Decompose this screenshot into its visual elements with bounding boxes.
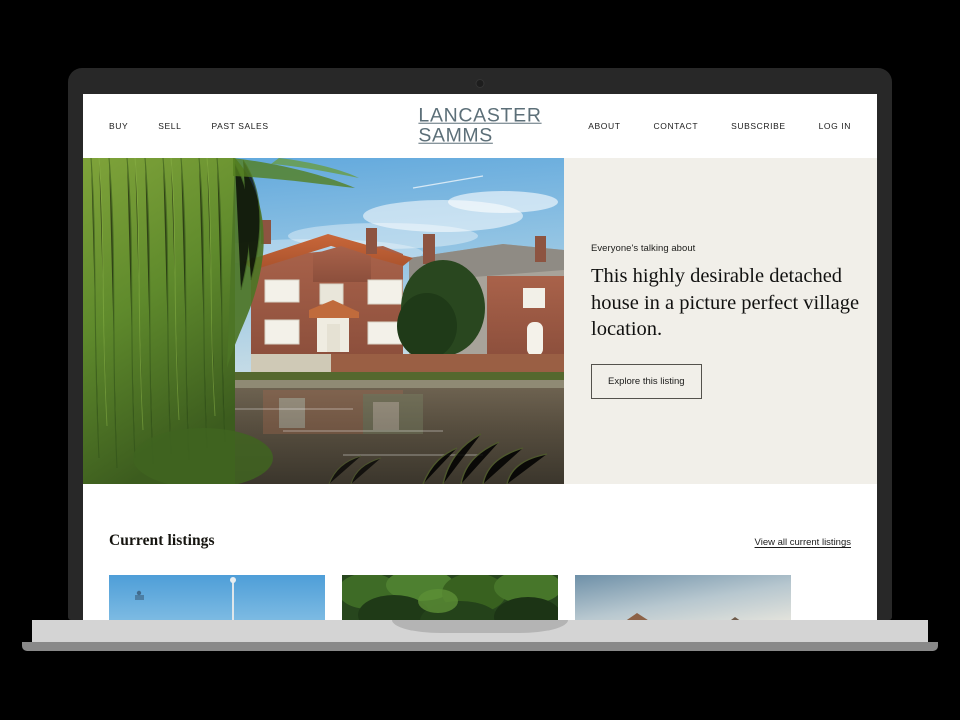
hero-headline: This highly desirable detached house in … (591, 265, 860, 341)
nav-item-about[interactable]: ABOUT (588, 121, 620, 131)
listing-card[interactable] (342, 575, 558, 620)
nav-item-buy[interactable]: BUY (109, 121, 128, 131)
nav-item-login[interactable]: LOG IN (819, 121, 851, 131)
site-header: BUY SELL PAST SALES LANCASTER SAMMS ABOU… (83, 94, 877, 158)
explore-listing-button[interactable]: Explore this listing (591, 363, 702, 399)
laptop-lid: BUY SELL PAST SALES LANCASTER SAMMS ABOU… (68, 68, 892, 620)
nav-item-past-sales[interactable]: PAST SALES (211, 121, 268, 131)
screenshot-stage: BUY SELL PAST SALES LANCASTER SAMMS ABOU… (0, 0, 960, 720)
brand-logo-line1: LANCASTER (418, 104, 542, 127)
nav-item-subscribe[interactable]: SUBSCRIBE (731, 121, 785, 131)
listing-card[interactable] (109, 575, 325, 620)
laptop-base-foot (22, 642, 938, 651)
primary-nav-right: ABOUT CONTACT SUBSCRIBE LOG IN (588, 121, 851, 131)
webcam-icon (475, 79, 485, 88)
current-listings-title: Current listings (109, 532, 215, 549)
brand-logo[interactable]: LANCASTER SAMMS (418, 104, 542, 147)
laptop-base-notch (392, 620, 568, 633)
hero-photo[interactable] (83, 158, 564, 484)
current-listings-section: Current listings View all current listin… (83, 484, 877, 620)
hero-text-panel: Everyone's talking about This highly des… (564, 158, 877, 484)
listing-card-grid (109, 575, 851, 620)
hero-eyebrow: Everyone's talking about (591, 243, 696, 255)
nav-item-sell[interactable]: SELL (158, 121, 181, 131)
hero-section: Everyone's talking about This highly des… (83, 158, 877, 484)
current-listings-header: Current listings View all current listin… (109, 484, 851, 550)
brand-logo-line2: SAMMS (418, 125, 493, 147)
browser-viewport: BUY SELL PAST SALES LANCASTER SAMMS ABOU… (83, 94, 877, 620)
nav-item-contact[interactable]: CONTACT (654, 121, 699, 131)
primary-nav-left: BUY SELL PAST SALES (109, 121, 269, 131)
view-all-listings-link[interactable]: View all current listings (755, 537, 851, 548)
laptop-base (32, 620, 928, 642)
listing-card[interactable] (575, 575, 791, 620)
